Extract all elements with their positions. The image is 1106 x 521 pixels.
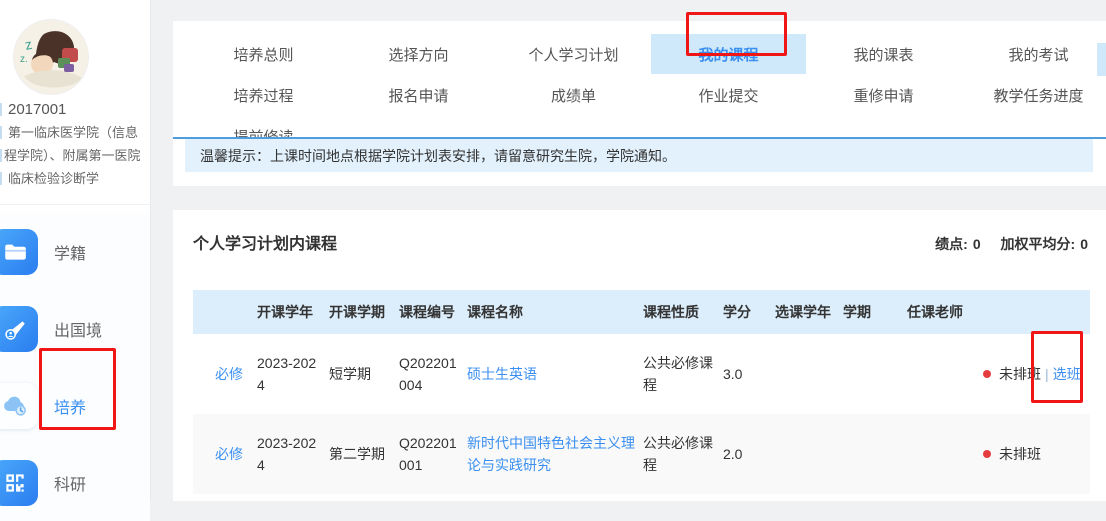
weighted-avg-label: 加权平均分: bbox=[1001, 236, 1076, 252]
tab-gerenxuexijihua[interactable]: 个人学习计划 bbox=[496, 34, 651, 74]
course-code: Q202201004 bbox=[399, 334, 467, 414]
col-header-credit: 学分 bbox=[723, 290, 775, 334]
status-separator: | bbox=[1045, 366, 1049, 382]
col-header-empty bbox=[193, 290, 257, 334]
student-id: 2017001 bbox=[0, 98, 150, 121]
tab-zuoyetijiao[interactable]: 作业提交 bbox=[651, 75, 806, 115]
status-dot-icon bbox=[983, 450, 991, 458]
student-major: 临床检验诊断学 bbox=[0, 167, 150, 190]
course-term: 短学期 bbox=[329, 334, 399, 414]
status-text: 未排班 bbox=[999, 446, 1041, 462]
table-row: 必修 2023-2024 短学期 Q202201004 硕士生英语 公共必修课程… bbox=[193, 334, 1090, 414]
course-table: 开课学年 开课学期 课程编号 课程名称 课程性质 学分 选课学年 学期 任课老师… bbox=[193, 290, 1090, 494]
student-info: 2017001 第一临床医学院（信息 程学院）、附属第一医院 临床检验诊断学 bbox=[0, 98, 150, 205]
sidebar-item-label: 出国境 bbox=[54, 317, 102, 341]
course-select-term bbox=[843, 414, 907, 494]
training-icon bbox=[0, 383, 38, 429]
col-header-status bbox=[983, 290, 1090, 334]
travel-icon bbox=[0, 306, 38, 352]
course-year: 2023-2024 bbox=[257, 334, 329, 414]
col-header-term: 开课学期 bbox=[329, 290, 399, 334]
tab-wodekecheng[interactable]: 我的课程 bbox=[651, 34, 806, 74]
course-teacher bbox=[907, 414, 983, 494]
tab-xuanzefangxiang[interactable]: 选择方向 bbox=[341, 34, 496, 74]
col-header-select-year: 选课学年 bbox=[775, 290, 843, 334]
course-credit: 3.0 bbox=[723, 334, 775, 414]
tab-peiyangzongze[interactable]: 培养总则 bbox=[186, 34, 341, 74]
tab-wodekebiao[interactable]: 我的课表 bbox=[806, 34, 961, 74]
student-dept-line1: 第一临床医学院（信息 bbox=[0, 121, 150, 144]
sidebar-item-xueji[interactable]: 学籍 bbox=[0, 213, 150, 290]
course-term: 第二学期 bbox=[329, 414, 399, 494]
sidebar: z z. 2017001 第一临床医学院（信息 程学院）、附属第一医院 临床检验… bbox=[0, 0, 151, 501]
tab-chengjidan[interactable]: 成绩单 bbox=[496, 75, 651, 115]
col-header-nature: 课程性质 bbox=[643, 290, 723, 334]
sidebar-item-peiyang[interactable]: 培养 bbox=[0, 367, 150, 444]
course-type-link[interactable]: 必修 bbox=[215, 366, 243, 382]
sidebar-item-label: 学籍 bbox=[54, 240, 86, 264]
gpa-label: 绩点: bbox=[935, 236, 968, 252]
tab-jiaoxuerenwujindu[interactable]: 教学任务进度 bbox=[961, 75, 1106, 115]
notice-banner: 温馨提示：上课时间地点根据学院计划表安排，请留意研究生院，学院通知。 bbox=[185, 139, 1093, 172]
status-dot-icon bbox=[983, 370, 991, 378]
col-header-year: 开课学年 bbox=[257, 290, 329, 334]
notice-text: 温馨提示：上课时间地点根据学院计划表安排，请留意研究生院，学院通知。 bbox=[200, 146, 676, 166]
tab-baomingshenqing[interactable]: 报名申请 bbox=[341, 75, 496, 115]
sidebar-item-chuguojing[interactable]: 出国境 bbox=[0, 290, 150, 367]
score-stats: 绩点:0 加权平均分:0 bbox=[919, 234, 1088, 254]
course-code: Q202201001 bbox=[399, 414, 467, 494]
course-nature: 公共必修课程 bbox=[643, 414, 723, 494]
course-year: 2023-2024 bbox=[257, 414, 329, 494]
avatar-image: z z. bbox=[14, 20, 88, 94]
student-dept-line2: 程学院）、附属第一医院 bbox=[0, 144, 150, 167]
tab-peiyangguocheng[interactable]: 培养过程 bbox=[186, 75, 341, 115]
course-type-link[interactable]: 必修 bbox=[215, 446, 243, 462]
nav-card: 培养总则 选择方向 个人学习计划 我的课程 我的课表 我的考试 培养过程 报名申… bbox=[173, 21, 1106, 186]
col-header-name: 课程名称 bbox=[467, 290, 643, 334]
tab-chongxiushenqing[interactable]: 重修申请 bbox=[806, 75, 961, 115]
sidebar-item-label: 培养 bbox=[54, 394, 86, 418]
course-name-link[interactable]: 硕士生英语 bbox=[467, 366, 537, 382]
col-header-code: 课程编号 bbox=[399, 290, 467, 334]
col-header-select-term: 学期 bbox=[843, 290, 907, 334]
course-select-year bbox=[775, 334, 843, 414]
tab-wodekaoshi[interactable]: 我的考试 bbox=[961, 34, 1106, 74]
weighted-avg-value: 0 bbox=[1080, 236, 1088, 252]
course-select-year bbox=[775, 414, 843, 494]
section-title: 个人学习计划内课程 bbox=[193, 230, 337, 254]
course-credit: 2.0 bbox=[723, 414, 775, 494]
table-header-row: 开课学年 开课学期 课程编号 课程名称 课程性质 学分 选课学年 学期 任课老师 bbox=[193, 290, 1090, 334]
course-nature: 公共必修课程 bbox=[643, 334, 723, 414]
sidebar-item-keyan[interactable]: 科研 bbox=[0, 444, 150, 521]
select-class-link[interactable]: 选班 bbox=[1053, 366, 1081, 382]
research-icon bbox=[0, 460, 38, 506]
avatar: z z. bbox=[14, 20, 88, 94]
sidebar-item-label: 科研 bbox=[54, 471, 86, 495]
course-select-term bbox=[843, 334, 907, 414]
course-teacher bbox=[907, 334, 983, 414]
status-text: 未排班 bbox=[999, 366, 1041, 382]
gpa-value: 0 bbox=[973, 236, 981, 252]
course-name-link[interactable]: 新时代中国特色社会主义理论与实践研究 bbox=[467, 435, 635, 473]
col-header-teacher: 任课老师 bbox=[907, 290, 983, 334]
scrollbar-sliver bbox=[1097, 43, 1106, 76]
sidebar-menu: 学籍 出国境 培养 科研 bbox=[0, 213, 150, 521]
folder-icon bbox=[0, 229, 38, 275]
course-plan-card: 个人学习计划内课程 绩点:0 加权平均分:0 开课学年 开课学期 课程编号 课程… bbox=[173, 210, 1106, 501]
svg-text:z.: z. bbox=[20, 54, 28, 65]
table-row: 必修 2023-2024 第二学期 Q202201001 新时代中国特色社会主义… bbox=[193, 414, 1090, 494]
